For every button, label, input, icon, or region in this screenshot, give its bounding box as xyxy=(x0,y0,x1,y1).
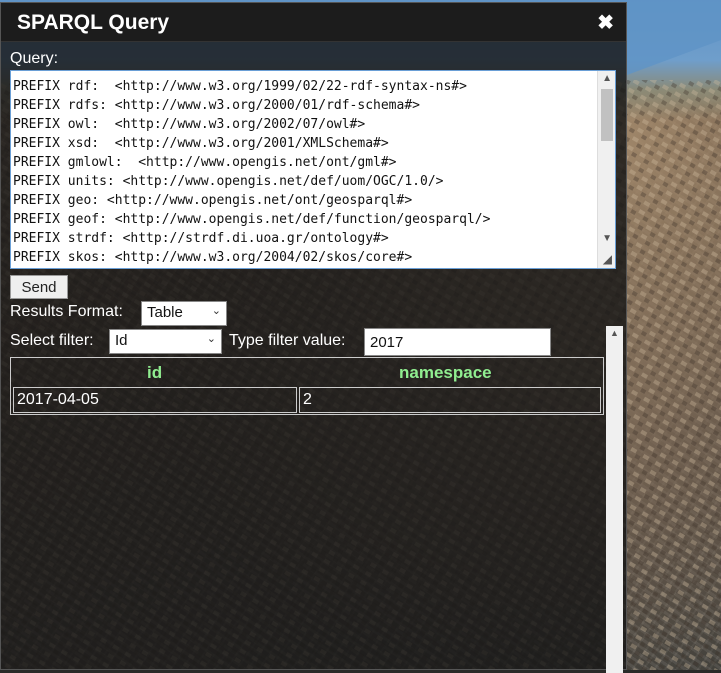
chevron-down-icon: ⌄ xyxy=(211,305,221,317)
filter-select-value: Id xyxy=(115,332,128,349)
resize-handle-icon[interactable]: ◢ xyxy=(603,252,612,266)
scroll-down-icon[interactable]: ▼ xyxy=(602,233,612,244)
query-text[interactable]: PREFIX rdf: <http://www.w3.org/1999/02/2… xyxy=(13,77,597,267)
select-filter-label: Select filter: xyxy=(10,332,94,349)
table-cell-namespace: 2 xyxy=(299,387,601,413)
close-icon[interactable]: ✖ xyxy=(597,11,614,35)
results-format-label: Results Format: xyxy=(10,303,123,320)
query-scrollbar[interactable]: ▲ ▼ ◢ xyxy=(597,71,615,268)
results-format-select[interactable]: Table ⌄ xyxy=(141,301,227,326)
column-header-namespace: namespace xyxy=(399,363,492,382)
results-scrollbar[interactable]: ▲ xyxy=(606,326,623,673)
filter-value-input[interactable] xyxy=(364,328,551,356)
dialog-titlebar: SPARQL Query ✖ xyxy=(1,3,626,42)
scroll-up-icon[interactable]: ▲ xyxy=(610,328,619,338)
filter-value-label: Type filter value: xyxy=(229,332,346,349)
chevron-down-icon: ⌄ xyxy=(206,333,216,345)
sparql-query-dialog: SPARQL Query ✖ Query: PREFIX rdf: <http:… xyxy=(0,2,627,673)
results-format-value: Table xyxy=(147,304,183,321)
dialog-title: SPARQL Query xyxy=(17,11,170,34)
results-table: id namespace 2017-04-05 2 xyxy=(10,357,604,415)
table-cell-id: 2017-04-05 xyxy=(13,387,297,413)
query-label: Query: xyxy=(10,50,59,67)
filter-select[interactable]: Id ⌄ xyxy=(109,329,222,354)
scroll-up-icon[interactable]: ▲ xyxy=(602,73,612,84)
query-scroll-thumb[interactable] xyxy=(601,89,613,141)
column-header-id: id xyxy=(147,363,163,382)
send-button[interactable]: Send xyxy=(10,275,68,299)
query-textarea[interactable]: PREFIX rdf: <http://www.w3.org/1999/02/2… xyxy=(10,70,616,269)
